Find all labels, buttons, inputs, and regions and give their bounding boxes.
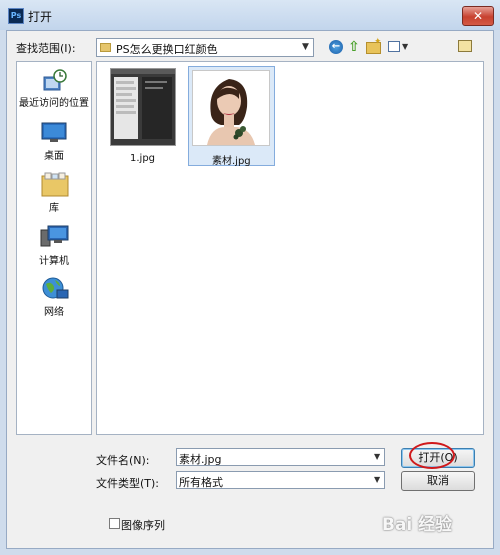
file-name-input-value[interactable]: 素材.jpg xyxy=(179,451,222,467)
libraries-icon xyxy=(41,172,69,197)
baidu-jingyan-watermark: Bai 经验 xyxy=(382,515,453,535)
title-bar[interactable] xyxy=(0,0,500,30)
red-highlight-circle xyxy=(409,442,455,469)
chevron-down-icon[interactable]: ▼ xyxy=(302,42,309,52)
file-name-field-label: 文件名(N): xyxy=(96,454,150,467)
network-icon xyxy=(42,277,69,299)
place-label-network: 网络 xyxy=(44,307,64,318)
up-folder-button[interactable]: ⇧ xyxy=(347,40,361,54)
file-type-field-label: 文件类型(T): xyxy=(96,477,160,490)
close-button[interactable]: ✕ xyxy=(462,6,494,26)
desktop-icon xyxy=(41,122,67,142)
look-in-label: 查找范围(I): xyxy=(16,42,76,55)
image-sequence-label[interactable]: 图像序列 xyxy=(121,517,165,533)
place-label-libraries: 库 xyxy=(49,203,59,214)
file-name-label[interactable]: 素材.jpg xyxy=(212,152,251,167)
screenshot-thumbnail-image xyxy=(111,69,175,145)
back-button[interactable]: ← xyxy=(329,40,343,54)
view-menu-arrow-icon[interactable]: ▼ xyxy=(402,42,408,51)
view-menu-button[interactable] xyxy=(388,41,400,52)
file-name-label[interactable]: 1.jpg xyxy=(130,153,155,164)
place-label-recent: 最近访问的位置 xyxy=(19,98,89,109)
image-sequence-checkbox[interactable] xyxy=(109,518,120,529)
file-thumbnail[interactable] xyxy=(192,70,270,146)
cancel-button[interactable]: 取消 xyxy=(401,471,475,491)
new-folder-star-icon: ✦ xyxy=(374,37,382,47)
look-in-value: PS怎么更换口红颜色 xyxy=(116,43,218,56)
place-label-desktop: 桌面 xyxy=(44,151,64,162)
place-label-computer: 计算机 xyxy=(39,256,69,267)
portrait-photo-thumbnail xyxy=(193,71,269,145)
photoshop-app-icon: Ps xyxy=(8,8,24,24)
recent-places-icon xyxy=(43,69,67,91)
computer-icon xyxy=(40,225,69,247)
file-type-select-value[interactable]: 所有格式 xyxy=(179,474,223,490)
chevron-down-icon[interactable]: ▼ xyxy=(374,475,380,484)
places-bar: 最近访问的位置 桌面 库 计算机 网络 xyxy=(16,61,92,435)
chevron-down-icon[interactable]: ▼ xyxy=(374,452,380,461)
go-to-desktop-button[interactable] xyxy=(458,40,472,52)
file-thumbnail[interactable] xyxy=(110,68,176,146)
folder-icon xyxy=(100,43,111,52)
window-title: 打开 xyxy=(28,10,53,24)
